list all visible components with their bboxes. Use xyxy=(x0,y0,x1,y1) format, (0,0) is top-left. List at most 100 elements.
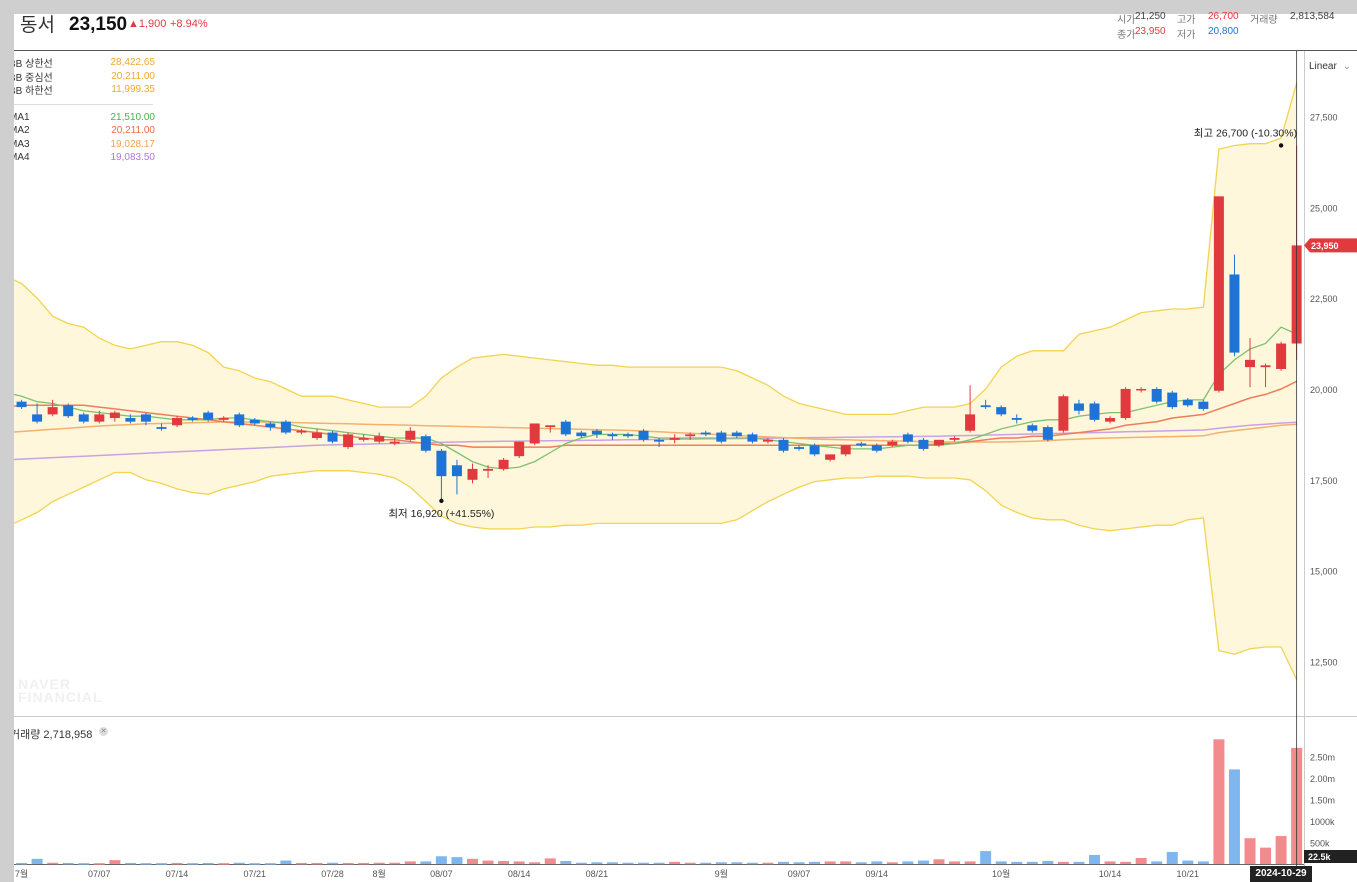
volume-bar xyxy=(218,863,230,865)
volume-bar xyxy=(140,863,152,865)
volume-bar xyxy=(295,862,307,865)
candle-body xyxy=(156,427,167,429)
legend-name: MA4 xyxy=(14,152,30,164)
volume-bar xyxy=(467,858,478,864)
volume-bar xyxy=(1213,739,1225,864)
time-tick-label: 10월 xyxy=(992,868,1010,879)
candle-body xyxy=(1213,196,1224,391)
volume-bar xyxy=(187,863,199,865)
legend-value: 19,028.17 xyxy=(110,138,156,150)
price-tick-label: 20,000 xyxy=(1310,385,1338,395)
price-tick-label: 15,000 xyxy=(1310,567,1338,577)
candle-body xyxy=(669,438,680,440)
volume-bar xyxy=(1120,861,1132,864)
scale-toggle-button[interactable]: Linear ⌄ xyxy=(1309,61,1351,72)
candle-body xyxy=(405,430,416,440)
candle-body xyxy=(700,432,711,435)
candle-body xyxy=(685,434,696,437)
candle-body xyxy=(140,414,151,422)
candle-body xyxy=(16,401,27,408)
volume-bar xyxy=(1026,861,1038,864)
bollinger-band-fill xyxy=(14,82,1297,680)
candle-body xyxy=(638,430,649,440)
high-annotation: 최고 26,700 (-10.30%) xyxy=(1194,127,1297,139)
price-chart[interactable]: 27,500 25,000 22,500 20,000 17,500 15,000 12,5… xyxy=(14,0,1357,882)
volume-bar xyxy=(762,862,774,865)
candle-body xyxy=(203,412,214,420)
volume-bar xyxy=(840,861,852,864)
volume-bar xyxy=(47,862,59,865)
time-tick-label: 7월 xyxy=(15,868,28,879)
volume-bar xyxy=(109,860,121,864)
volume-bar xyxy=(1182,860,1194,864)
candle-body xyxy=(871,445,882,451)
candle-body xyxy=(623,434,633,437)
close-icon[interactable]: ✕ xyxy=(99,727,108,736)
volume-bar xyxy=(342,862,354,865)
candle-body xyxy=(1042,427,1053,440)
volume-bar xyxy=(700,862,712,865)
time-tick-label: 8월 xyxy=(373,868,386,879)
candle-body xyxy=(809,445,820,455)
candle-body xyxy=(63,405,74,417)
extreme-marker xyxy=(1278,143,1284,148)
volume-bar xyxy=(327,862,339,865)
candle-body xyxy=(1027,425,1038,431)
volume-bar xyxy=(404,861,416,864)
volume-bar xyxy=(264,863,276,865)
volume-bar xyxy=(1135,857,1147,864)
legend-bb-upper: BB 상한선 28,422.65 xyxy=(14,56,155,70)
candle-body xyxy=(1245,359,1255,368)
candle-body xyxy=(94,414,105,422)
volume-bar xyxy=(124,862,136,865)
volume-bar xyxy=(389,862,401,865)
volume-bar xyxy=(78,863,90,865)
candle-body xyxy=(327,432,338,442)
volume-bar xyxy=(171,862,183,865)
candle-body xyxy=(296,430,307,433)
volume-bar xyxy=(513,861,525,864)
volume-bar xyxy=(949,861,961,864)
volume-bar xyxy=(964,861,976,864)
volume-bar xyxy=(373,862,385,865)
volume-bar xyxy=(202,862,214,865)
volume-bar xyxy=(778,861,789,864)
candle-body xyxy=(47,407,58,415)
candle-body xyxy=(374,436,385,442)
candle-body xyxy=(1058,396,1069,431)
candle-body xyxy=(1260,365,1271,368)
candle-body xyxy=(1229,274,1240,353)
candle-body xyxy=(949,438,960,440)
candle-body xyxy=(1198,401,1209,409)
scale-label: Linear xyxy=(1309,61,1337,72)
volume-bar xyxy=(233,862,245,865)
volume-bar xyxy=(1151,861,1163,864)
legend-value: 19,083.50 xyxy=(110,152,156,164)
time-tick-label: 07/28 xyxy=(321,869,344,879)
candle-body xyxy=(1011,418,1022,420)
volume-bar xyxy=(824,861,836,864)
candle-body xyxy=(716,432,727,442)
volume-bar xyxy=(855,862,867,864)
legend-ma3: MA3 19,028.17 xyxy=(14,138,155,152)
price-tick-label: 22,500 xyxy=(1310,294,1338,304)
volume-bar xyxy=(1197,861,1209,864)
volume-bar xyxy=(933,859,945,864)
candle-body xyxy=(1151,388,1162,402)
candle-body xyxy=(234,414,245,426)
volume-bar xyxy=(622,862,634,865)
candle-body xyxy=(1136,388,1147,391)
volume-bar xyxy=(669,861,681,864)
legend-value: 11,999.35 xyxy=(111,84,155,96)
candle-body xyxy=(654,439,665,442)
volume-bar xyxy=(980,851,992,864)
candle-body xyxy=(514,441,525,457)
candle-body xyxy=(762,439,773,442)
candle-body xyxy=(187,418,198,420)
volume-bar xyxy=(638,862,650,865)
volume-bar xyxy=(902,861,914,864)
candle-body xyxy=(1073,403,1084,411)
volume-tick-label: 1000k xyxy=(1310,817,1335,827)
candle-body xyxy=(1089,403,1100,420)
candle-body xyxy=(545,425,556,428)
